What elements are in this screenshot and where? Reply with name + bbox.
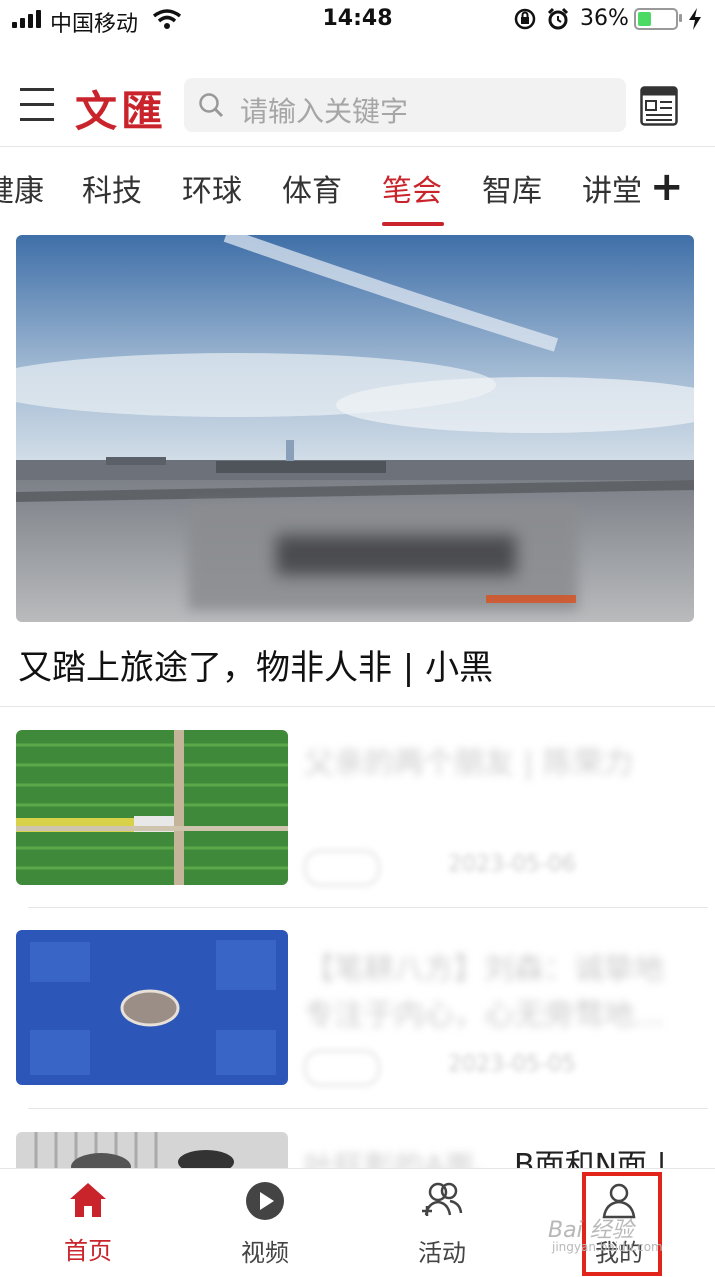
alarm-icon [547, 7, 569, 30]
article-title-line1: 【笔耕八方】刘森：诚挚地 [304, 952, 664, 987]
tab-sports[interactable]: 体育 [282, 166, 342, 210]
hero-divider [0, 706, 715, 707]
menu-icon[interactable] [20, 88, 54, 122]
orientation-lock-icon [514, 8, 536, 30]
status-bar: 中国移动 14:48 36% [0, 0, 715, 40]
category-tabs: 健康 科技 环球 体育 笔会 智库 讲堂 [0, 160, 640, 230]
article-badge [304, 1050, 380, 1086]
newspaper-icon[interactable] [640, 86, 678, 126]
article-title: 父亲的两个朋友 | 陈荣力 [304, 746, 634, 781]
search-icon [199, 93, 224, 118]
tab-health[interactable]: 健康 [0, 166, 44, 210]
tab-bihui[interactable]: 笔会 [382, 166, 442, 210]
search-input[interactable]: 请输入关键字 [184, 78, 626, 132]
list-item[interactable]: 叶旺彰的A面、 B面和N面 | [0, 1110, 715, 1168]
article-date: 2023-05-06 [448, 852, 576, 877]
watermark-url: jingyan.baidu.com [552, 1240, 663, 1254]
article-title-blurred: 叶旺彰的A面、 [304, 1150, 505, 1168]
search-placeholder: 请输入关键字 [240, 95, 409, 128]
article-thumbnail [16, 1132, 288, 1168]
nav-home-label: 首页 [64, 1237, 112, 1265]
battery-icon [634, 8, 678, 30]
list-item[interactable]: 父亲的两个朋友 | 陈荣力 2023-05-06 [0, 710, 715, 906]
tab-lecture[interactable]: 讲堂 [582, 166, 640, 210]
charging-icon [689, 8, 701, 30]
add-tab-icon[interactable]: + [650, 164, 684, 210]
battery-level [638, 12, 651, 26]
tab-think-tank[interactable]: 智库 [482, 166, 542, 210]
nav-home[interactable]: 首页 [28, 1181, 148, 1266]
battery-cap [679, 14, 682, 22]
article-date: 2023-05-05 [448, 1052, 576, 1077]
nav-video[interactable]: 视频 [205, 1181, 325, 1268]
hero-title[interactable]: 又踏上旅途了，物非人非 | 小黑 [18, 640, 493, 689]
article-thumbnail [16, 930, 288, 1085]
battery-percent: 36% [580, 6, 629, 31]
app-logo: 文匯 [75, 87, 168, 136]
play-icon [246, 1182, 284, 1220]
list-divider [28, 907, 708, 908]
list-divider [28, 1108, 708, 1109]
home-icon [70, 1183, 106, 1217]
active-tab-indicator [382, 222, 444, 226]
nav-activity[interactable]: 活动 [382, 1181, 502, 1268]
article-title-visible: B面和N面 | [514, 1148, 667, 1168]
nav-activity-label: 活动 [418, 1239, 466, 1267]
list-item[interactable]: 【笔耕八方】刘森：诚挚地 专注于内心，心无旁骛地… 2023-05-05 [0, 910, 715, 1106]
article-thumbnail [16, 730, 288, 885]
nav-video-label: 视频 [241, 1239, 289, 1267]
hero-image[interactable] [16, 235, 694, 622]
header-divider [0, 146, 715, 147]
tab-tech[interactable]: 科技 [82, 166, 142, 210]
user-add-icon [422, 1182, 463, 1216]
article-badge [304, 850, 380, 886]
tab-world[interactable]: 环球 [182, 166, 242, 210]
article-title-line2: 专注于内心，心无旁骛地… [304, 998, 664, 1033]
